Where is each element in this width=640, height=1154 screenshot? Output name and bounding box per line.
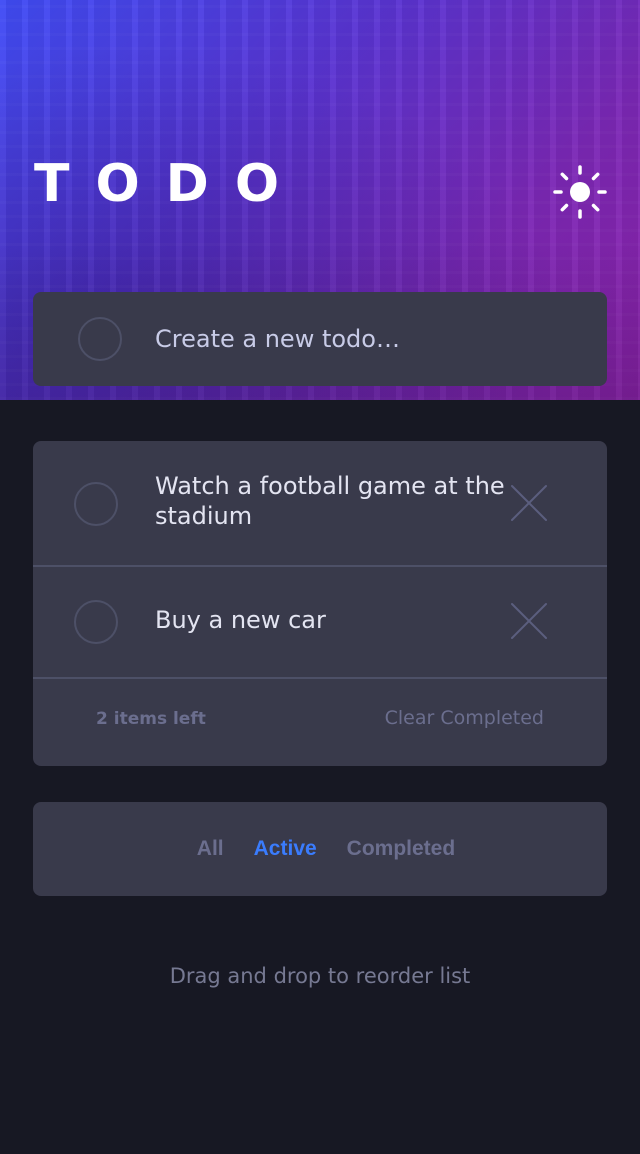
todo-text: Buy a new car (155, 606, 326, 634)
new-todo-card (33, 292, 607, 386)
todo-text: Watch a football game at the stadium (155, 472, 505, 530)
new-todo-input[interactable] (155, 314, 575, 364)
new-todo-checkbox[interactable] (78, 317, 122, 361)
todo-list: Watch a football game at the stadium Buy… (33, 441, 607, 766)
delete-todo-button[interactable] (509, 601, 549, 641)
filter-active-button[interactable]: Active (254, 837, 317, 861)
close-icon (511, 603, 547, 639)
todo-item[interactable]: Buy a new car (33, 567, 607, 679)
todo-checkbox[interactable] (74, 600, 118, 644)
clear-completed-button[interactable]: Clear Completed (385, 707, 544, 729)
todo-item[interactable]: Watch a football game at the stadium (33, 441, 607, 567)
sun-icon (553, 165, 607, 219)
list-footer: 2 items left Clear Completed (33, 679, 607, 766)
filter-all-button[interactable]: All (197, 837, 224, 861)
close-icon (511, 485, 547, 521)
theme-toggle-button[interactable] (552, 164, 608, 220)
filter-bar: All Active Completed (33, 802, 607, 896)
app-title: TODO (34, 154, 306, 214)
todo-checkbox[interactable] (74, 482, 118, 526)
items-left-count: 2 items left (96, 709, 206, 729)
delete-todo-button[interactable] (509, 483, 549, 523)
filter-completed-button[interactable]: Completed (347, 837, 456, 861)
drag-drop-hint: Drag and drop to reorder list (169, 964, 471, 988)
